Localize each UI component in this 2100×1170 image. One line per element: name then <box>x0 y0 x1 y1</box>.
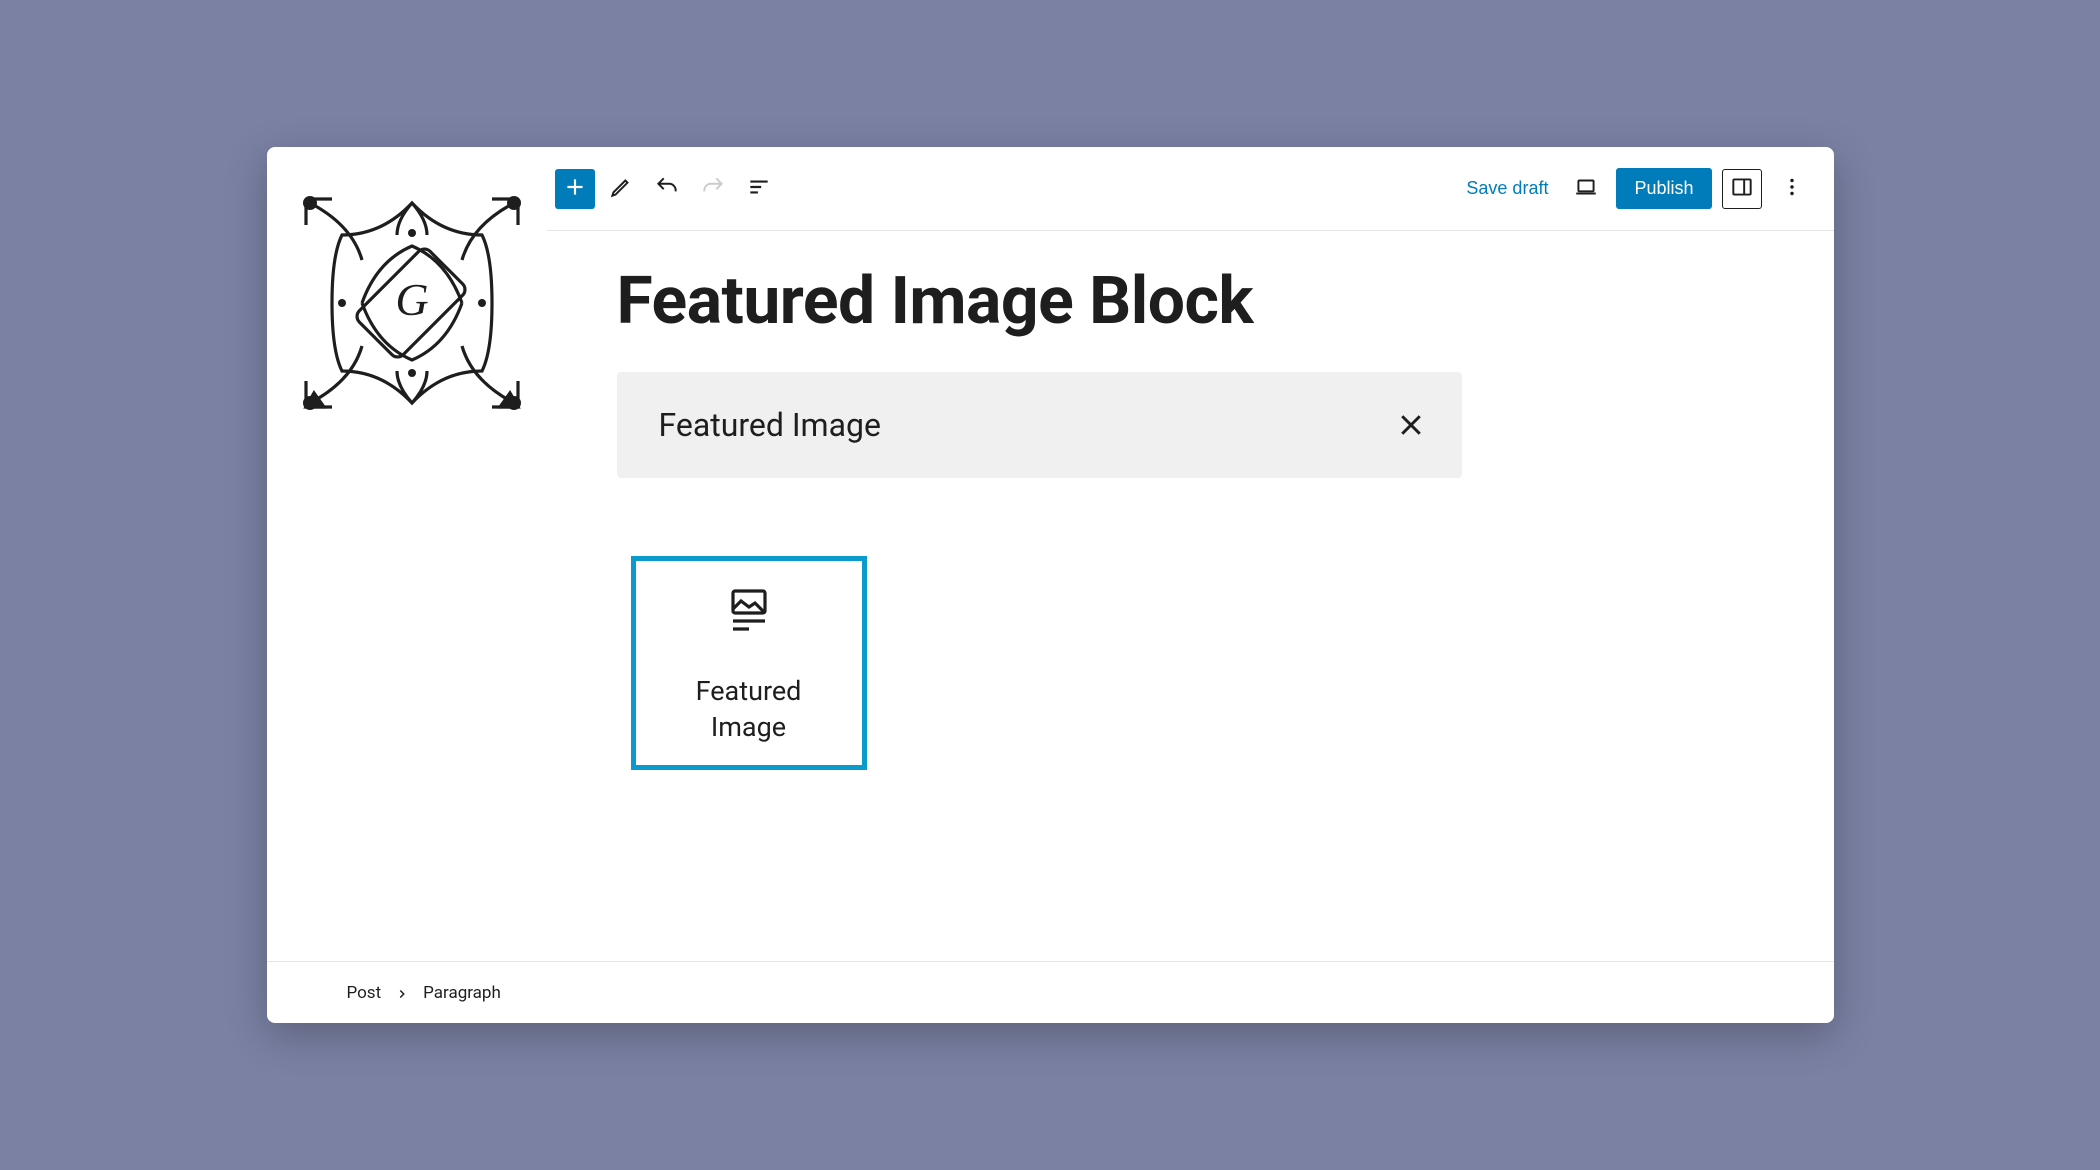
block-search-bar[interactable]: Featured Image <box>617 372 1462 478</box>
more-options-button[interactable] <box>1772 169 1812 209</box>
toolbar-right: Save draft Publish <box>1458 168 1811 209</box>
clear-search-button[interactable] <box>1396 410 1426 440</box>
block-result-featured-image[interactable]: FeaturedImage <box>631 556 867 770</box>
breadcrumb-current[interactable]: Paragraph <box>423 983 501 1003</box>
svg-text:G: G <box>395 274 428 325</box>
block-search-query: Featured Image <box>659 406 881 444</box>
document-overview-button[interactable] <box>739 169 779 209</box>
undo-icon <box>654 174 680 203</box>
breadcrumb-root[interactable]: Post <box>347 983 382 1003</box>
pencil-icon <box>608 174 634 203</box>
preview-button[interactable] <box>1566 169 1606 209</box>
save-draft-button[interactable]: Save draft <box>1458 178 1556 199</box>
undo-button[interactable] <box>647 169 687 209</box>
block-inserter-button[interactable] <box>555 169 595 209</box>
editor-content: Save draft Publish <box>547 147 1834 961</box>
editor-canvas: Featured Image Block Featured Image <box>547 231 1834 961</box>
redo-icon <box>700 174 726 203</box>
post-title[interactable]: Featured Image Block <box>617 263 1764 340</box>
settings-sidebar-toggle[interactable] <box>1722 169 1762 209</box>
plus-icon <box>562 174 588 203</box>
main-area: G <box>267 147 1834 961</box>
redo-button[interactable] <box>693 169 733 209</box>
gutenberg-logo-icon: G <box>302 195 522 411</box>
publish-button[interactable]: Publish <box>1616 168 1711 209</box>
more-vertical-icon <box>1779 174 1805 203</box>
block-breadcrumb: Post Paragraph <box>267 961 1834 1023</box>
close-icon <box>1396 425 1426 444</box>
site-sidebar: G <box>267 147 547 961</box>
tools-button[interactable] <box>601 169 641 209</box>
chevron-right-icon <box>395 986 409 1000</box>
featured-image-icon <box>725 587 773 635</box>
list-view-icon <box>746 174 772 203</box>
toolbar-left <box>555 169 779 209</box>
block-result-label: FeaturedImage <box>696 673 802 746</box>
editor-toolbar: Save draft Publish <box>547 147 1834 231</box>
editor-window: G <box>267 147 1834 1023</box>
sidebar-right-icon <box>1729 174 1755 203</box>
laptop-icon <box>1573 174 1599 203</box>
